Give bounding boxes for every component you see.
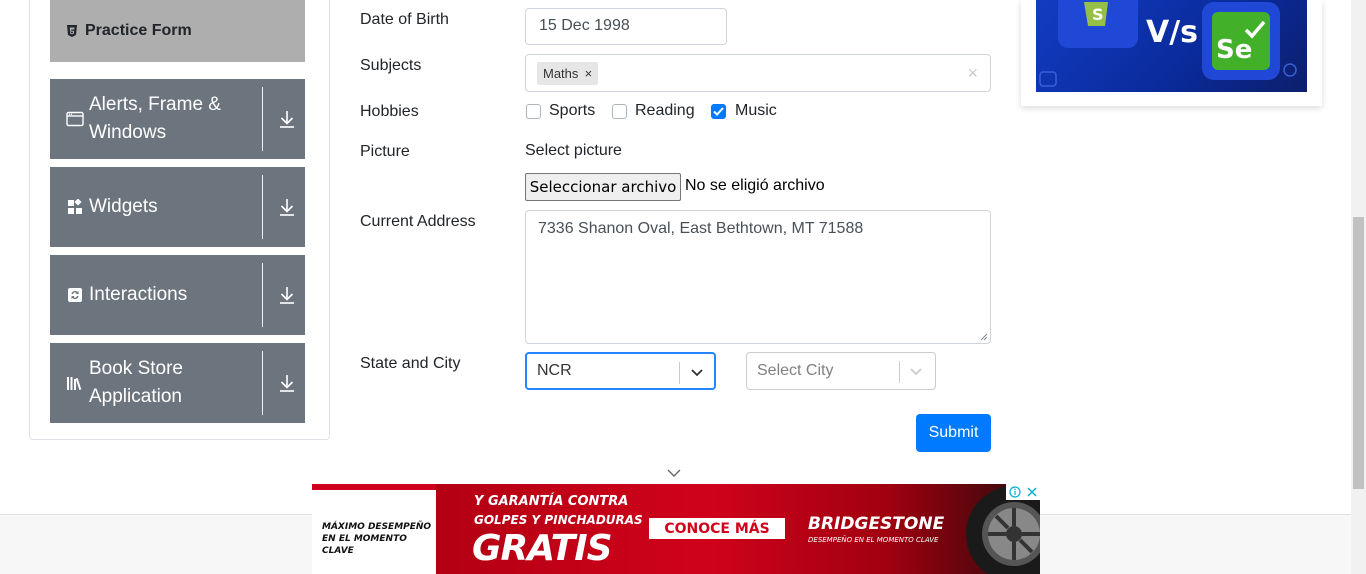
- nav-item-label: Practice Form: [85, 22, 192, 39]
- widgets-icon: [66, 198, 84, 216]
- nav-group-label: Widgets: [89, 196, 158, 217]
- sports-label[interactable]: Sports: [549, 102, 595, 120]
- ad-cta-button[interactable]: CONOCE MÁS: [649, 518, 785, 539]
- html5-icon: [66, 25, 77, 38]
- remove-chip-icon[interactable]: ×: [578, 66, 598, 81]
- city-select[interactable]: Select City: [746, 352, 936, 390]
- ad-left-line-1: MÁXIMO DESEMPEÑO: [322, 522, 432, 532]
- music-checkbox[interactable]: [711, 104, 726, 119]
- download-icon[interactable]: [278, 109, 296, 129]
- nav-group-label: Alerts, Frame & Windows: [89, 94, 221, 143]
- ad-bottom-banner[interactable]: MÁXIMO DESEMPEÑO EN EL MOMENTO CLAVE Y G…: [312, 484, 1040, 574]
- resize-handle-icon[interactable]: [980, 333, 988, 341]
- ad-right-banner[interactable]: S V/s Se: [1036, 0, 1307, 92]
- se-text: Se: [1216, 35, 1252, 65]
- nav-group-bookstore[interactable]: Book Store Application: [50, 343, 305, 423]
- ad-info-controls[interactable]: [1006, 484, 1040, 500]
- interactions-icon: [66, 286, 84, 304]
- state-value: NCR: [537, 362, 572, 379]
- clear-icon[interactable]: ×: [967, 63, 978, 83]
- ad-left-line-2: EN EL MOMENTO CLAVE: [322, 534, 407, 556]
- state-city-label: State and City: [360, 355, 461, 372]
- subjects-label: Subjects: [360, 57, 422, 74]
- nav-group-interactions[interactable]: Interactions: [50, 255, 305, 335]
- select-picture-label: Select picture: [525, 142, 622, 159]
- nav-group-alerts[interactable]: Alerts, Frame & Windows: [50, 79, 305, 159]
- divider: [262, 351, 263, 415]
- vs-text: V/s: [1146, 15, 1198, 50]
- window-icon: [66, 110, 84, 128]
- chevron-down-icon[interactable]: [666, 468, 682, 478]
- download-icon[interactable]: [278, 197, 296, 217]
- check-icon: [713, 107, 724, 116]
- ad-brand-logo: BRIDGESTONE: [808, 514, 945, 534]
- sports-checkbox[interactable]: [526, 104, 541, 119]
- picture-label: Picture: [360, 143, 410, 160]
- download-icon[interactable]: [278, 285, 296, 305]
- reading-checkbox[interactable]: [612, 104, 627, 119]
- current-address-textarea[interactable]: 7336 Shanon Oval, East Bethtown, MT 7158…: [525, 210, 991, 344]
- chevron-down-icon[interactable]: [689, 364, 705, 380]
- chevron-down-icon[interactable]: [908, 363, 924, 379]
- address-label: Current Address: [360, 213, 476, 230]
- books-icon: [66, 374, 84, 392]
- file-status: No se eligió archivo: [685, 177, 825, 194]
- music-label[interactable]: Music: [735, 102, 777, 120]
- close-icon[interactable]: [1026, 486, 1038, 498]
- ad-line-2: GOLPES Y PINCHADURAS: [474, 513, 643, 527]
- nav-item-practice-form[interactable]: Practice Form: [50, 0, 305, 62]
- divider: [679, 362, 680, 384]
- city-placeholder: Select City: [757, 362, 834, 379]
- svg-text:S: S: [1092, 5, 1104, 24]
- nav-group-widgets[interactable]: Widgets: [50, 167, 305, 247]
- choose-file-button[interactable]: Seleccionar archivo: [525, 173, 681, 201]
- ad-red-bar: [312, 484, 436, 490]
- subject-chip-label: Maths: [543, 66, 579, 81]
- ad-headline: GRATIS: [472, 528, 613, 569]
- ad-graphic-icon: S V/s Se: [1039, 0, 1297, 87]
- nav-group-label: Interactions: [89, 284, 188, 305]
- reading-label[interactable]: Reading: [635, 102, 695, 120]
- download-icon[interactable]: [278, 373, 296, 393]
- ad-left-text: MÁXIMO DESEMPEÑO EN EL MOMENTO CLAVE: [322, 521, 436, 557]
- address-text: 7336 Shanon Oval, East Bethtown, MT 7158…: [538, 220, 864, 237]
- scrollbar-thumb[interactable]: [1353, 217, 1364, 489]
- ad-red-panel: Y GARANTÍA CONTRA GOLPES Y PINCHADURAS G…: [436, 484, 1040, 574]
- nav-group-label: Book Store Application: [89, 358, 183, 407]
- adchoices-icon[interactable]: [1008, 486, 1021, 498]
- subjects-input[interactable]: Maths × ×: [525, 54, 991, 92]
- subject-chip: Maths ×: [537, 62, 599, 85]
- divider: [262, 175, 263, 239]
- dob-input[interactable]: 15 Dec 1998: [525, 8, 727, 45]
- state-select[interactable]: NCR: [525, 352, 716, 390]
- ad-tagline: DESEMPEÑO EN EL MOMENTO CLAVE: [808, 536, 939, 544]
- divider: [899, 361, 900, 383]
- page: Practice Form Alerts, Frame & Windows Wi…: [0, 0, 1366, 574]
- divider: [262, 87, 263, 151]
- ad-left-panel: MÁXIMO DESEMPEÑO EN EL MOMENTO CLAVE: [312, 484, 436, 574]
- ad-line-1: Y GARANTÍA CONTRA: [474, 494, 629, 509]
- hobbies-label: Hobbies: [360, 103, 419, 120]
- divider: [262, 263, 263, 327]
- dob-label: Date of Birth: [360, 11, 449, 28]
- submit-button[interactable]: Submit: [916, 414, 991, 452]
